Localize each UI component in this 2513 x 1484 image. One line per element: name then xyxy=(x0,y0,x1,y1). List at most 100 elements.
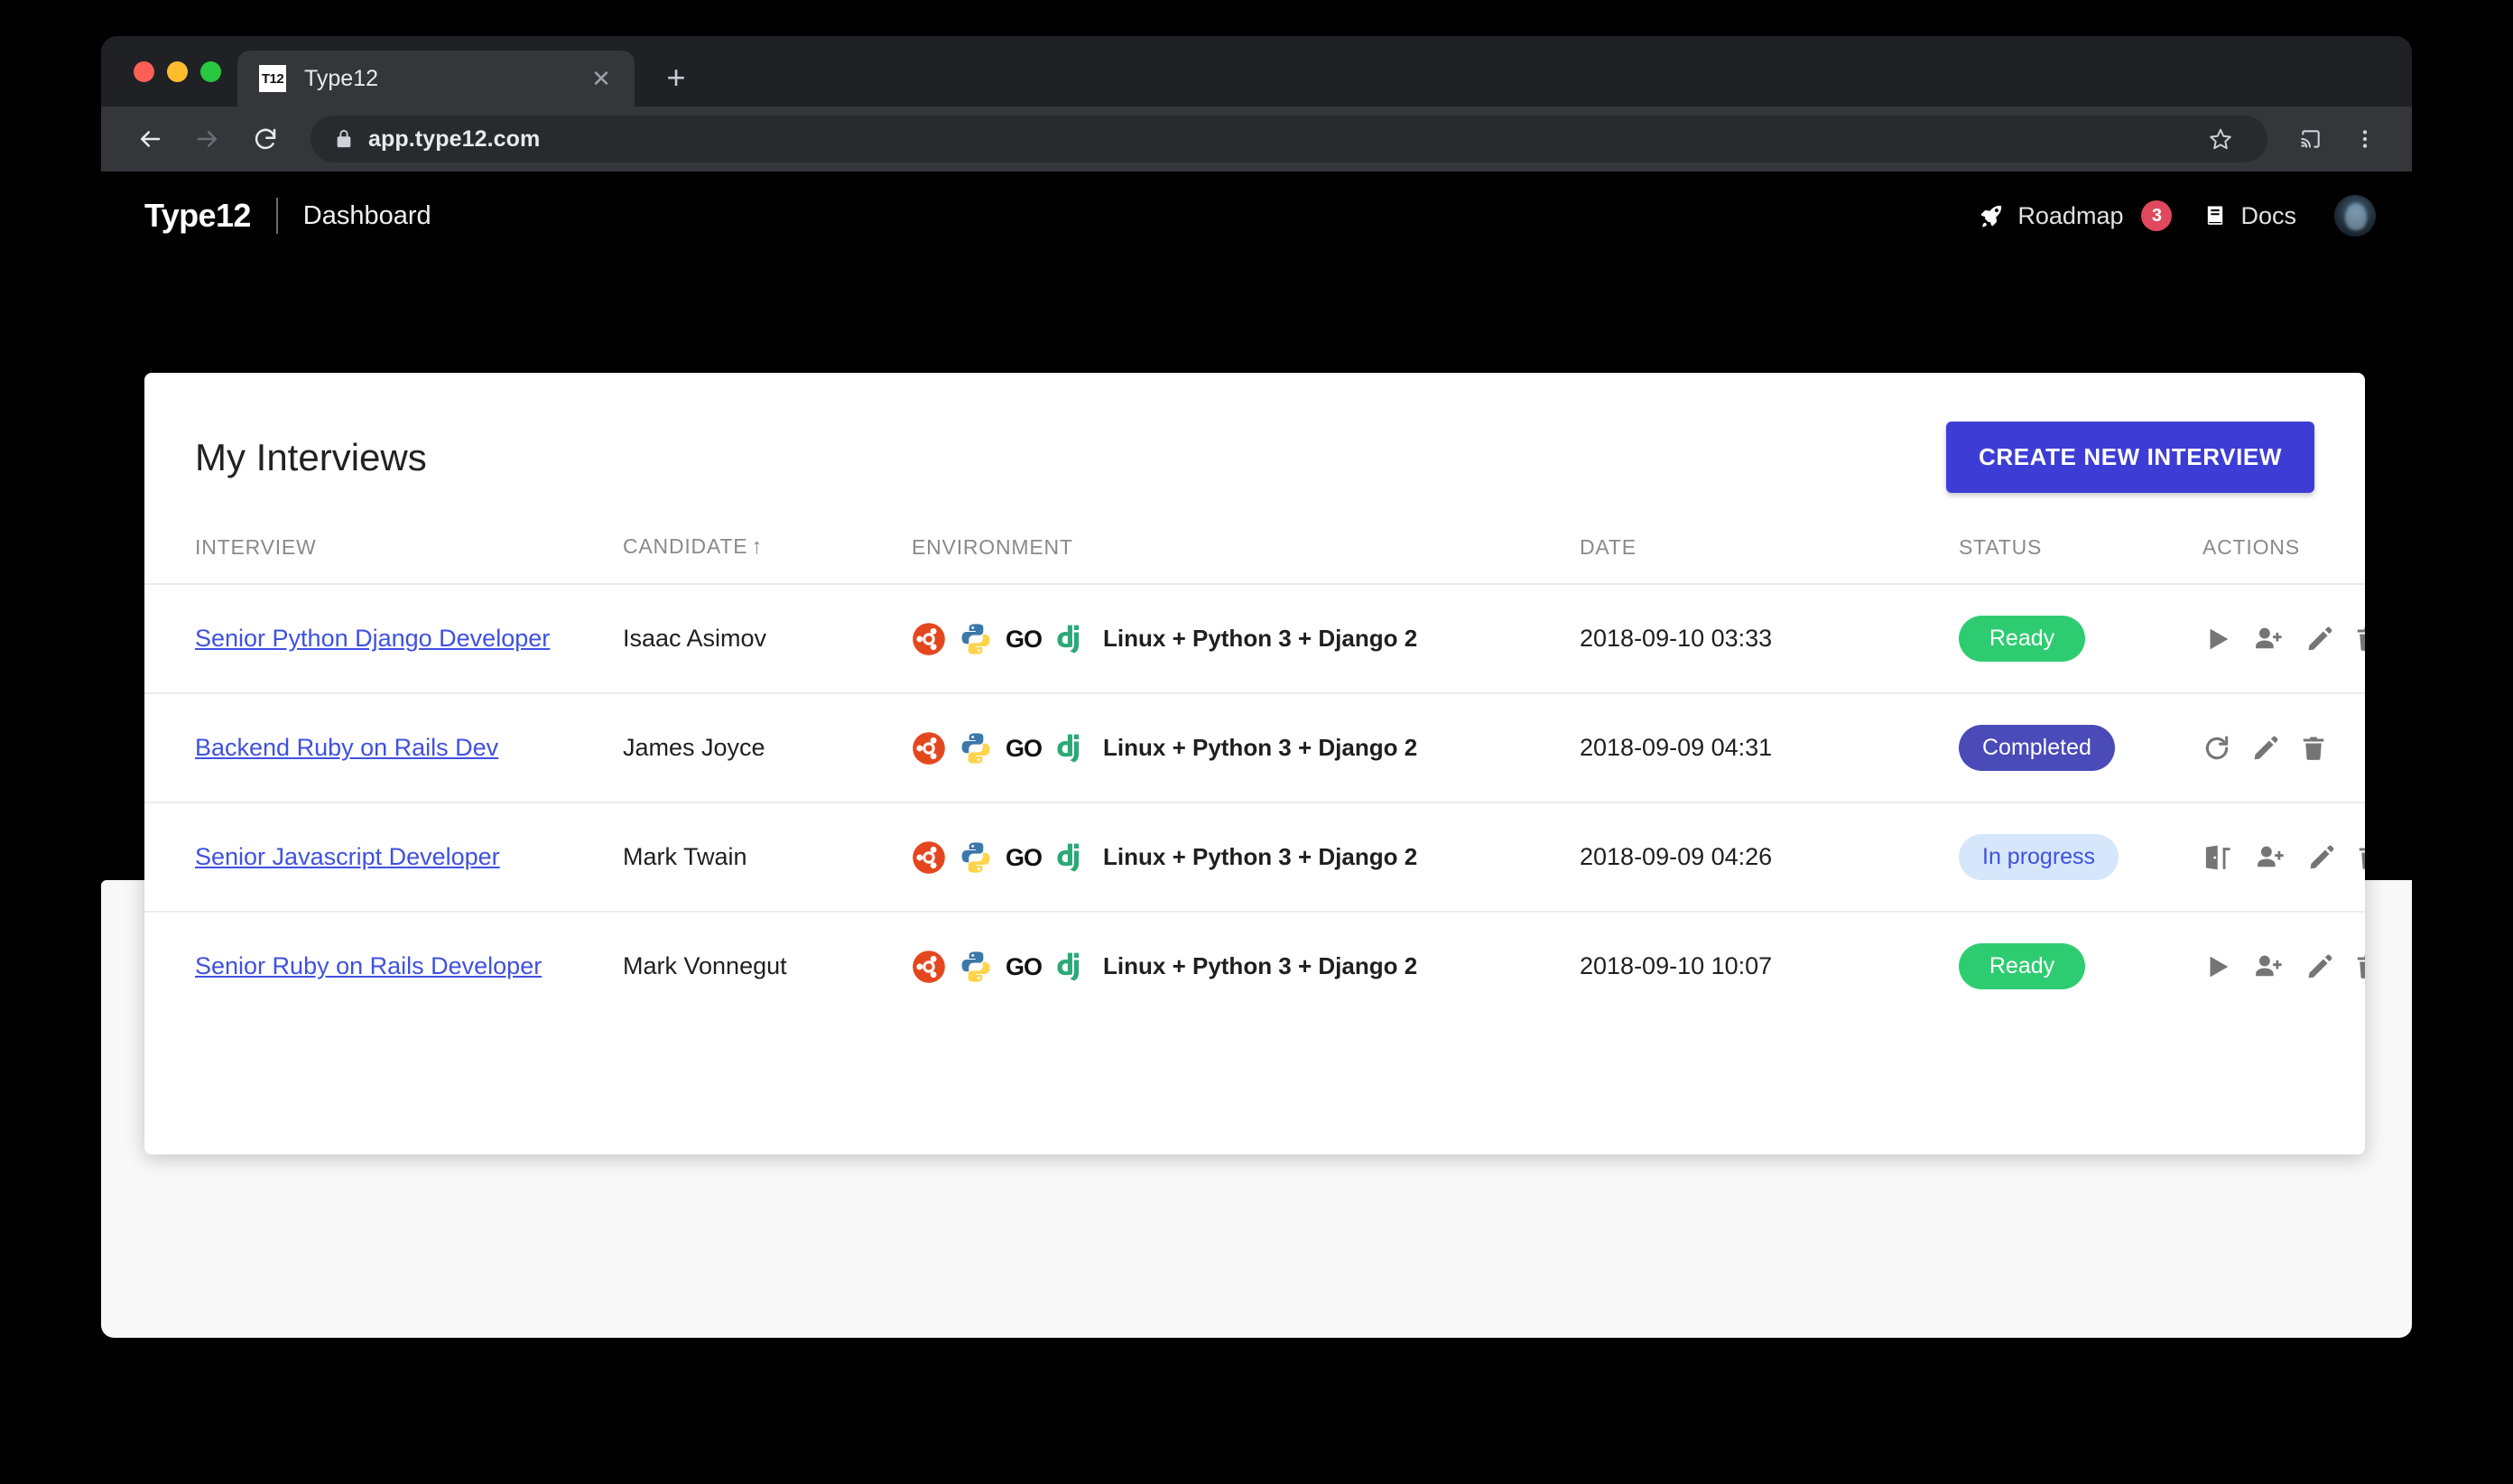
column-header-interview[interactable]: INTERVIEW xyxy=(144,534,623,585)
join-door-icon[interactable] xyxy=(2202,843,2235,872)
browser-window: T12 Type12 ✕ + app.type12.com Type12 Das… xyxy=(101,36,2412,1338)
nav-roadmap[interactable]: Roadmap 3 xyxy=(1978,200,2173,231)
column-header-candidate-label: CANDIDATE xyxy=(623,534,748,558)
column-header-environment[interactable]: ENVIRONMENT xyxy=(912,534,1580,585)
pencil-icon[interactable] xyxy=(2307,843,2336,872)
cell-date: 2018-09-09 04:31 xyxy=(1580,693,1959,803)
column-header-status[interactable]: STATUS xyxy=(1959,534,2202,585)
address-bar[interactable]: app.type12.com xyxy=(311,116,2267,162)
ubuntu-icon xyxy=(912,731,946,765)
table-body: Senior Python Django Developer Isaac Asim… xyxy=(144,584,2365,1020)
cell-date: 2018-09-10 03:33 xyxy=(1580,584,1959,694)
row-actions xyxy=(2202,624,2365,654)
row-actions xyxy=(2202,951,2365,982)
brand-logo[interactable]: Type12 xyxy=(144,197,251,235)
cell-actions xyxy=(2202,584,2365,694)
close-icon[interactable]: ✕ xyxy=(586,63,617,94)
environment-label: Linux + Python 3 + Django 2 xyxy=(1103,952,1418,979)
app-header: Type12 Dashboard Roadmap 3 Docs xyxy=(101,172,2412,260)
book-icon xyxy=(2202,203,2228,228)
person-add-icon[interactable] xyxy=(2253,624,2286,654)
cell-candidate: James Joyce xyxy=(623,693,912,803)
column-header-date[interactable]: DATE xyxy=(1580,534,1959,585)
cell-status: Completed xyxy=(1959,693,2202,803)
browser-tabstrip: T12 Type12 ✕ + xyxy=(101,36,2412,107)
browser-tab[interactable]: T12 Type12 ✕ xyxy=(237,51,635,107)
cell-interview: Senior Python Django Developer xyxy=(144,584,623,694)
avatar[interactable] xyxy=(2334,195,2376,237)
table-header: INTERVIEW CANDIDATE ↑ ENVIRONMENT DATE ST… xyxy=(144,534,2365,585)
pencil-icon[interactable] xyxy=(2305,625,2334,654)
python-icon xyxy=(959,840,993,875)
django-icon xyxy=(1054,731,1089,765)
close-window-button[interactable] xyxy=(134,60,154,82)
forward-arrow-icon[interactable] xyxy=(182,114,233,164)
cell-actions xyxy=(2202,693,2365,803)
nav-docs[interactable]: Docs xyxy=(2202,202,2296,230)
play-icon[interactable] xyxy=(2202,951,2233,982)
reload-icon[interactable] xyxy=(240,114,291,164)
environment-icons: GO xyxy=(912,950,1089,984)
create-new-interview-button[interactable]: CREATE NEW INTERVIEW xyxy=(1945,422,2314,493)
interviews-card: My Interviews CREATE NEW INTERVIEW INTER… xyxy=(144,373,2365,1155)
restart-icon[interactable] xyxy=(2202,734,2231,763)
interview-link[interactable]: Senior Python Django Developer xyxy=(195,625,550,652)
cell-date: 2018-09-10 10:07 xyxy=(1580,952,1773,979)
trash-icon[interactable] xyxy=(2354,952,2365,981)
minimize-window-button[interactable] xyxy=(167,60,188,82)
address-bar-url: app.type12.com xyxy=(368,125,541,152)
ubuntu-icon xyxy=(912,950,946,984)
new-tab-button[interactable]: + xyxy=(651,52,701,103)
go-icon: GO xyxy=(1006,843,1043,871)
trash-icon[interactable] xyxy=(2354,625,2365,654)
page-title: Dashboard xyxy=(302,200,431,230)
interview-link[interactable]: Backend Ruby on Rails Dev xyxy=(195,734,498,761)
lock-icon xyxy=(334,129,354,149)
python-icon xyxy=(959,731,993,765)
star-icon[interactable] xyxy=(2197,116,2244,162)
trash-icon[interactable] xyxy=(2300,734,2327,763)
table-row: Backend Ruby on Rails Dev James Joyce GO Li… xyxy=(144,693,2365,803)
maximize-window-button[interactable] xyxy=(200,60,221,82)
python-icon xyxy=(959,622,993,656)
row-actions xyxy=(2202,842,2365,873)
card-header: My Interviews CREATE NEW INTERVIEW xyxy=(144,373,2365,493)
django-icon xyxy=(1054,840,1089,875)
cell-status: In progress xyxy=(1959,802,2202,913)
cell-actions xyxy=(2202,912,2365,1020)
cell-interview: Senior Ruby on Rails Developer xyxy=(144,912,623,1020)
back-arrow-icon[interactable] xyxy=(125,114,175,164)
table-row: Senior Javascript Developer Mark Twain GO L… xyxy=(144,802,2365,913)
trash-icon[interactable] xyxy=(2356,843,2365,872)
column-header-candidate[interactable]: CANDIDATE ↑ xyxy=(623,534,912,585)
pencil-icon[interactable] xyxy=(2251,734,2280,763)
card-title: My Interviews xyxy=(195,435,427,478)
page-body: Type12 Dashboard Roadmap 3 Docs My Inter… xyxy=(101,172,2412,1338)
cast-icon[interactable] xyxy=(2287,116,2334,162)
status-badge: Ready xyxy=(1959,616,2085,662)
status-badge: Ready xyxy=(1959,943,2085,989)
interview-link[interactable]: Senior Javascript Developer xyxy=(195,843,500,870)
nav-docs-label: Docs xyxy=(2240,201,2296,229)
python-icon xyxy=(959,950,993,984)
interview-link[interactable]: Senior Ruby on Rails Developer xyxy=(195,952,542,979)
rocket-icon xyxy=(1978,202,2005,229)
cell-environment: GO Linux + Python 3 + Django 2 xyxy=(912,912,1580,1020)
tab-title: Type12 xyxy=(304,65,379,91)
person-add-icon[interactable] xyxy=(2253,951,2286,982)
person-add-icon[interactable] xyxy=(2255,842,2287,873)
nav-roadmap-label: Roadmap xyxy=(2017,201,2124,229)
environment-icons: GO xyxy=(912,840,1089,875)
play-icon[interactable] xyxy=(2202,624,2233,654)
environment-label: Linux + Python 3 + Django 2 xyxy=(1103,734,1418,761)
ubuntu-icon xyxy=(912,840,946,875)
go-icon: GO xyxy=(1006,734,1043,762)
kebab-menu-icon[interactable] xyxy=(2341,116,2388,162)
pencil-icon[interactable] xyxy=(2305,952,2334,981)
status-badge: 3 xyxy=(2141,200,2173,231)
header-nav: Roadmap 3 Docs xyxy=(1978,195,2376,237)
interviews-table: INTERVIEW CANDIDATE ↑ ENVIRONMENT DATE ST… xyxy=(144,534,2365,1020)
tab-favicon: T12 xyxy=(259,65,286,92)
go-icon: GO xyxy=(1006,625,1043,653)
environment-label: Linux + Python 3 + Django 2 xyxy=(1103,625,1418,652)
